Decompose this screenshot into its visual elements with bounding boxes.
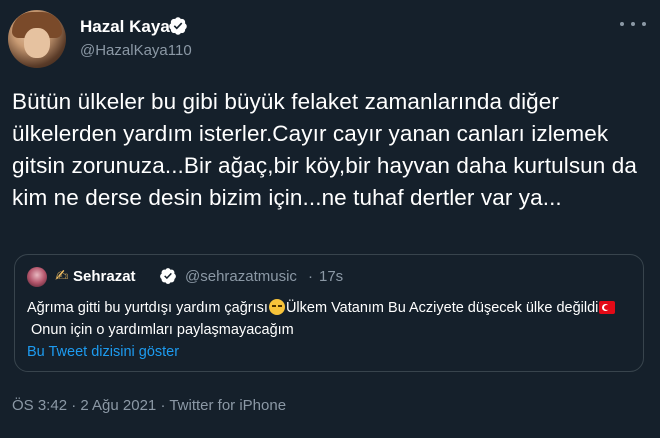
turkey-flag-icon bbox=[599, 301, 616, 314]
show-thread-link[interactable]: Bu Tweet dizisini göster bbox=[27, 344, 179, 360]
quoted-time[interactable]: 17s bbox=[319, 268, 343, 285]
quoted-author-handle[interactable]: @sehrazatmusic bbox=[185, 268, 297, 285]
quoted-author-avatar[interactable] bbox=[27, 267, 47, 287]
disappointed-face-icon bbox=[268, 299, 285, 315]
tweet-meta[interactable]: ÖS 3:42 · 2 Ağu 2021 · Twitter for iPhon… bbox=[12, 397, 286, 414]
quoted-author-name[interactable]: Sehrazat bbox=[73, 268, 136, 285]
quoted-text-part3: Onun için o yardımları paylaşmayacağım bbox=[31, 322, 294, 338]
quoted-text: Ağrıma gitti bu yurtdışı yardım çağrısı Ü… bbox=[27, 297, 635, 341]
verified-badge-icon bbox=[169, 17, 187, 35]
quoted-text-part2: Ülkem Vatanım Bu Acziyete düşecek ülke d… bbox=[285, 300, 599, 316]
quoted-text-part1: Ağrıma gitti bu yurtdışı yardım çağrısı bbox=[27, 300, 268, 316]
author-avatar[interactable] bbox=[8, 10, 66, 68]
tweet: Hazal Kaya @HazalKaya110 Bütün ülkeler b… bbox=[0, 0, 660, 438]
separator-dot: · bbox=[308, 268, 313, 285]
quoted-tweet[interactable]: ✍ Sehrazat @sehrazatmusic · 17s Ağrıma g… bbox=[14, 254, 644, 372]
quoted-verified-badge-icon bbox=[160, 268, 176, 284]
author-handle[interactable]: @HazalKaya110 bbox=[80, 42, 192, 59]
feather-pen-icon: ✍ bbox=[55, 268, 69, 285]
author-name[interactable]: Hazal Kaya bbox=[80, 17, 170, 37]
tweet-text: Bütün ülkeler bu gibi büyük felaket zama… bbox=[12, 89, 637, 210]
more-options-icon[interactable] bbox=[620, 14, 646, 34]
